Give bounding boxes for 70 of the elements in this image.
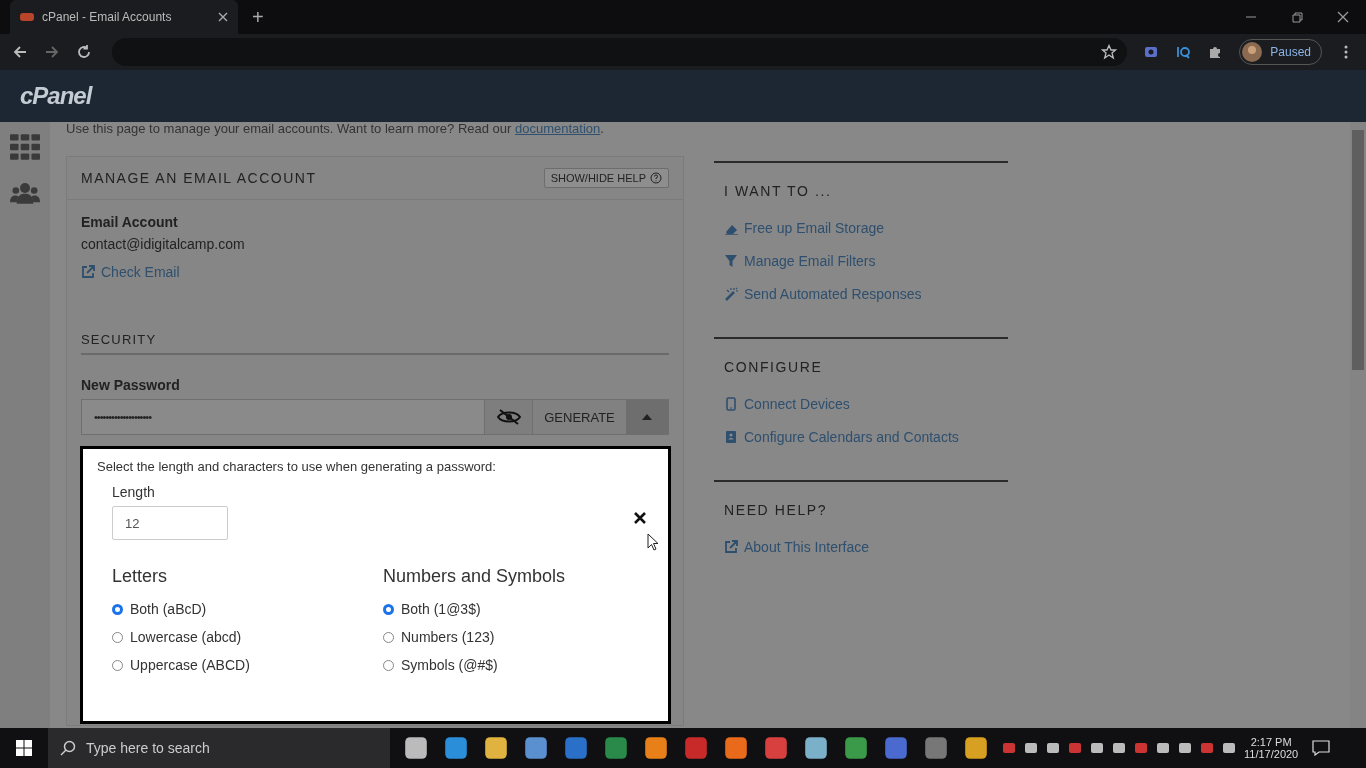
magic-wand-icon bbox=[724, 287, 738, 301]
phone-icon bbox=[724, 397, 738, 411]
section-heading: NEED HELP? bbox=[724, 502, 829, 518]
option-label: Uppercase (ABCD) bbox=[130, 657, 250, 673]
sidebar-link[interactable]: Configure Calendars and Contacts bbox=[724, 429, 998, 445]
extension-icon[interactable] bbox=[1175, 44, 1192, 60]
tray-icon[interactable] bbox=[1222, 741, 1236, 755]
extension-icon[interactable] bbox=[1143, 44, 1160, 60]
option-label: Symbols (@#$) bbox=[401, 657, 498, 673]
check-email-link[interactable]: Check Email bbox=[81, 264, 669, 280]
restore-icon[interactable] bbox=[1291, 11, 1303, 23]
email-address: contact@idigitalcamp.com bbox=[81, 236, 246, 252]
reload-icon[interactable] bbox=[76, 44, 92, 60]
radio-button[interactable] bbox=[383, 603, 394, 615]
tray-icon[interactable] bbox=[1090, 741, 1104, 755]
instructions-text: Select the length and characters to use when generating a password: bbox=[97, 459, 497, 474]
cpanel-logo[interactable]: cPanel bbox=[20, 82, 92, 110]
mouse-cursor-icon bbox=[647, 533, 659, 551]
field-label: New Password bbox=[81, 377, 181, 393]
filter-icon bbox=[724, 254, 738, 268]
taskbar-search-field[interactable]: Type here to search bbox=[48, 728, 390, 768]
star-icon[interactable] bbox=[1101, 44, 1118, 60]
sidebar-link[interactable]: Free up Email Storage bbox=[724, 220, 998, 236]
scrollbar-thumb[interactable] bbox=[1352, 130, 1364, 370]
panel-title: MANAGE AN EMAIL ACCOUNT bbox=[81, 170, 317, 186]
sidebar-link[interactable]: About This Interface bbox=[724, 539, 998, 555]
sidebar-link[interactable]: Manage Email Filters bbox=[724, 253, 998, 269]
sidebar-link[interactable]: Send Automated Responses bbox=[724, 286, 998, 302]
sidebar-link[interactable]: Connect Devices bbox=[724, 396, 998, 412]
notification-icon[interactable] bbox=[1312, 740, 1331, 756]
length-label: Length bbox=[112, 484, 156, 500]
back-icon[interactable] bbox=[12, 44, 28, 60]
option-label: Both (1@3$) bbox=[401, 601, 481, 617]
option-label: Numbers (123) bbox=[401, 629, 495, 645]
clock[interactable]: 2:17 PM 11/17/2020 bbox=[1244, 736, 1299, 760]
close-icon[interactable] bbox=[218, 12, 228, 22]
tray-icon[interactable] bbox=[1112, 741, 1126, 755]
field-label: Email Account bbox=[81, 214, 179, 230]
radio-button[interactable] bbox=[112, 603, 123, 615]
option-label: Lowercase (abcd) bbox=[130, 629, 242, 645]
avatar-icon bbox=[1242, 42, 1263, 62]
section-heading: CONFIGURE bbox=[724, 359, 824, 375]
browser-tab[interactable]: cPanel - Email Accounts bbox=[10, 0, 238, 34]
section-heading: I WANT TO ... bbox=[724, 183, 833, 199]
contact-book-icon bbox=[724, 430, 738, 444]
close-icon[interactable] bbox=[634, 512, 646, 524]
intro-text: Use this page to manage your email accounts. Want to learn more? Read our documentation. bbox=[66, 122, 605, 138]
option-label: Both (aBcD) bbox=[130, 601, 207, 617]
cpanel-favicon-icon bbox=[20, 12, 34, 22]
group-heading: Numbers and Symbols bbox=[383, 566, 567, 587]
show-hide-help-button[interactable]: SHOW/HIDE HELP bbox=[543, 168, 669, 188]
length-field[interactable]: 12 bbox=[112, 506, 228, 540]
tray-icon[interactable] bbox=[1024, 741, 1038, 755]
users-icon[interactable] bbox=[10, 180, 40, 206]
grid-icon[interactable] bbox=[10, 134, 40, 160]
scrollbar[interactable] bbox=[1350, 122, 1366, 728]
tray-icon[interactable] bbox=[1046, 741, 1060, 755]
forward-icon[interactable] bbox=[44, 44, 60, 60]
external-link-icon bbox=[724, 540, 738, 554]
help-icon bbox=[650, 172, 662, 184]
tray-icon[interactable] bbox=[1178, 741, 1192, 755]
tab-title: cPanel - Email Accounts bbox=[42, 10, 173, 24]
tray-icon[interactable] bbox=[1156, 741, 1170, 755]
external-link-icon bbox=[81, 265, 95, 279]
search-icon bbox=[60, 740, 76, 756]
close-icon[interactable] bbox=[1337, 11, 1349, 23]
section-heading: SECURITY bbox=[81, 332, 669, 355]
new-tab-button[interactable]: + bbox=[252, 5, 264, 29]
group-heading: Letters bbox=[112, 566, 169, 587]
windows-start-icon[interactable] bbox=[16, 740, 32, 756]
